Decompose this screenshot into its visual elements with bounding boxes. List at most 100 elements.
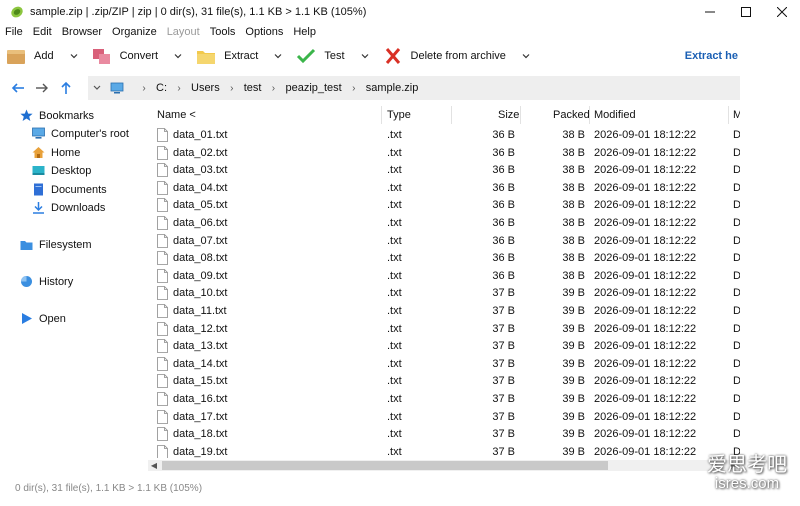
sidebar-item-history[interactable]: History xyxy=(20,275,73,288)
minimize-button[interactable] xyxy=(692,0,728,24)
file-extra: D xyxy=(733,234,740,247)
sidebar-item-bookmarks[interactable]: Bookmarks xyxy=(20,109,94,122)
breadcrumb-sample-zip[interactable]: sample.zip xyxy=(366,82,419,94)
file-icon xyxy=(157,374,168,389)
sidebar-item-computer-root[interactable]: Computer's root xyxy=(32,127,129,140)
chevron-down-icon[interactable] xyxy=(272,50,284,62)
menu-tools[interactable]: Tools xyxy=(210,26,236,38)
chevron-down-icon[interactable] xyxy=(92,83,102,93)
column-header-packed[interactable]: Packed xyxy=(553,109,590,121)
column-divider[interactable] xyxy=(728,106,729,124)
breadcrumb-peazip-test[interactable]: peazip_test xyxy=(285,82,341,94)
table-row[interactable]: data_14.txt .txt 37 B 39 B 2026-09-01 18:12:… xyxy=(148,355,740,373)
column-divider[interactable] xyxy=(520,106,521,124)
convert-icon xyxy=(92,49,110,64)
sidebar-item-documents[interactable]: Documents xyxy=(32,183,107,196)
file-icon xyxy=(157,163,168,178)
table-row[interactable]: data_02.txt .txt 36 B 38 B 2026-09-01 18:12:… xyxy=(148,144,740,162)
horizontal-scrollbar[interactable]: ◀ ▶ xyxy=(148,460,740,471)
table-row[interactable]: data_17.txt .txt 37 B 39 B 2026-09-01 18:12:… xyxy=(148,408,740,426)
column-header-size[interactable]: Size xyxy=(498,109,519,121)
menu-options[interactable]: Options xyxy=(245,26,283,38)
file-type: .txt xyxy=(387,410,402,423)
close-button[interactable] xyxy=(764,0,800,24)
sidebar-label-computer-root: Computer's root xyxy=(51,127,129,140)
watermark-site-text: isres.com xyxy=(714,475,780,492)
table-row[interactable]: data_13.txt .txt 37 B 39 B 2026-09-01 18:12:… xyxy=(148,337,740,355)
test-button[interactable]: Test xyxy=(296,43,380,69)
table-row[interactable]: data_12.txt .txt 37 B 39 B 2026-09-01 18:12:… xyxy=(148,320,740,338)
table-row[interactable]: data_16.txt .txt 37 B 39 B 2026-09-01 18:12:… xyxy=(148,390,740,408)
chevron-down-icon[interactable] xyxy=(172,50,184,62)
file-modified: 2026-09-01 18:12:22 xyxy=(594,129,697,141)
chevron-down-icon[interactable] xyxy=(359,50,371,62)
file-name: data_04.txt xyxy=(173,181,228,194)
file-extra: D xyxy=(733,428,740,441)
breadcrumb-c-drive[interactable]: C: xyxy=(156,82,167,94)
column-header-more[interactable]: M xyxy=(733,109,740,121)
table-row[interactable]: data_03.txt .txt 36 B 38 B 2026-09-01 18:12:… xyxy=(148,161,740,179)
file-type: .txt xyxy=(387,252,402,265)
file-size: 37 B xyxy=(492,428,515,441)
extract-label: Extract xyxy=(224,50,259,62)
column-divider[interactable] xyxy=(589,106,590,124)
breadcrumb-separator: › xyxy=(352,82,356,94)
file-packed: 39 B xyxy=(562,322,585,335)
menu-help[interactable]: Help xyxy=(293,26,316,38)
extract-here-link[interactable]: Extract he xyxy=(685,50,738,62)
column-header-name[interactable]: Name < xyxy=(157,109,196,121)
menu-edit[interactable]: Edit xyxy=(33,26,52,38)
table-row[interactable]: data_18.txt .txt 37 B 39 B 2026-09-01 18:12:… xyxy=(148,425,740,443)
table-row[interactable]: data_05.txt .txt 36 B 38 B 2026-09-01 18:12:… xyxy=(148,196,740,214)
convert-button[interactable]: Convert xyxy=(92,43,195,69)
table-row[interactable]: data_15.txt .txt 37 B 39 B 2026-09-01 18:12:… xyxy=(148,372,740,390)
file-name: data_14.txt xyxy=(173,357,228,370)
extract-button[interactable]: Extract xyxy=(196,43,294,69)
table-row[interactable]: data_08.txt .txt 36 B 38 B 2026-09-01 18:12:… xyxy=(148,249,740,267)
sidebar-item-desktop[interactable]: Desktop xyxy=(32,164,91,177)
file-icon xyxy=(157,198,168,213)
file-extra: D xyxy=(733,340,740,353)
scrollbar-thumb[interactable] xyxy=(162,461,608,470)
breadcrumb-users[interactable]: Users xyxy=(191,82,220,94)
menu-browser[interactable]: Browser xyxy=(62,26,102,38)
table-row[interactable]: data_06.txt .txt 36 B 38 B 2026-09-01 18:12:… xyxy=(148,214,740,232)
sidebar-label-documents: Documents xyxy=(51,183,107,196)
maximize-button[interactable] xyxy=(728,0,764,24)
menu-layout[interactable]: Layout xyxy=(167,26,200,38)
column-divider[interactable] xyxy=(451,106,452,124)
column-header-modified[interactable]: Modified xyxy=(594,109,636,121)
table-row[interactable]: data_07.txt .txt 36 B 38 B 2026-09-01 18:12:… xyxy=(148,232,740,250)
scroll-left-icon[interactable]: ◀ xyxy=(148,460,160,471)
back-button[interactable] xyxy=(6,76,30,100)
sidebar-item-downloads[interactable]: Downloads xyxy=(32,201,105,214)
table-row[interactable]: data_19.txt .txt 37 B 39 B 2026-09-01 18:12:… xyxy=(148,443,740,458)
file-name: data_11.txt xyxy=(173,304,227,317)
table-row[interactable]: data_09.txt .txt 36 B 38 B 2026-09-01 18:12:… xyxy=(148,267,740,285)
up-button[interactable] xyxy=(54,76,78,100)
table-row[interactable]: data_04.txt .txt 36 B 38 B 2026-09-01 18:12:… xyxy=(148,179,740,197)
table-row[interactable]: data_10.txt .txt 37 B 39 B 2026-09-01 18:12:… xyxy=(148,284,740,302)
file-type: .txt xyxy=(387,181,402,194)
add-button[interactable]: Add xyxy=(6,43,90,69)
delete-from-archive-button[interactable]: Delete from archive xyxy=(383,43,542,69)
column-header-type[interactable]: Type xyxy=(387,109,411,121)
menu-organize[interactable]: Organize xyxy=(112,26,157,38)
chevron-down-icon[interactable] xyxy=(68,50,80,62)
status-bar: 0 dir(s), 31 file(s), 1.1 KB > 1.1 KB (1… xyxy=(0,478,800,498)
chevron-down-icon[interactable] xyxy=(520,50,532,62)
forward-button[interactable] xyxy=(30,76,54,100)
menu-file[interactable]: File xyxy=(5,26,23,38)
file-extra: D xyxy=(733,375,740,388)
breadcrumb-test[interactable]: test xyxy=(244,82,262,94)
file-packed: 38 B xyxy=(562,146,585,159)
file-modified: 2026-09-01 18:12:22 xyxy=(594,428,697,441)
table-row[interactable]: data_11.txt .txt 37 B 39 B 2026-09-01 18:12:… xyxy=(148,302,740,320)
sidebar-item-home[interactable]: Home xyxy=(32,146,80,159)
sidebar-item-filesystem[interactable]: Filesystem xyxy=(20,238,92,251)
table-row[interactable]: data_01.txt .txt 36 B 38 B 2026-09-01 18:12:… xyxy=(148,126,740,144)
check-icon xyxy=(297,48,316,64)
add-label: Add xyxy=(34,50,54,62)
sidebar-item-open[interactable]: Open xyxy=(20,312,66,325)
column-divider[interactable] xyxy=(381,106,382,124)
